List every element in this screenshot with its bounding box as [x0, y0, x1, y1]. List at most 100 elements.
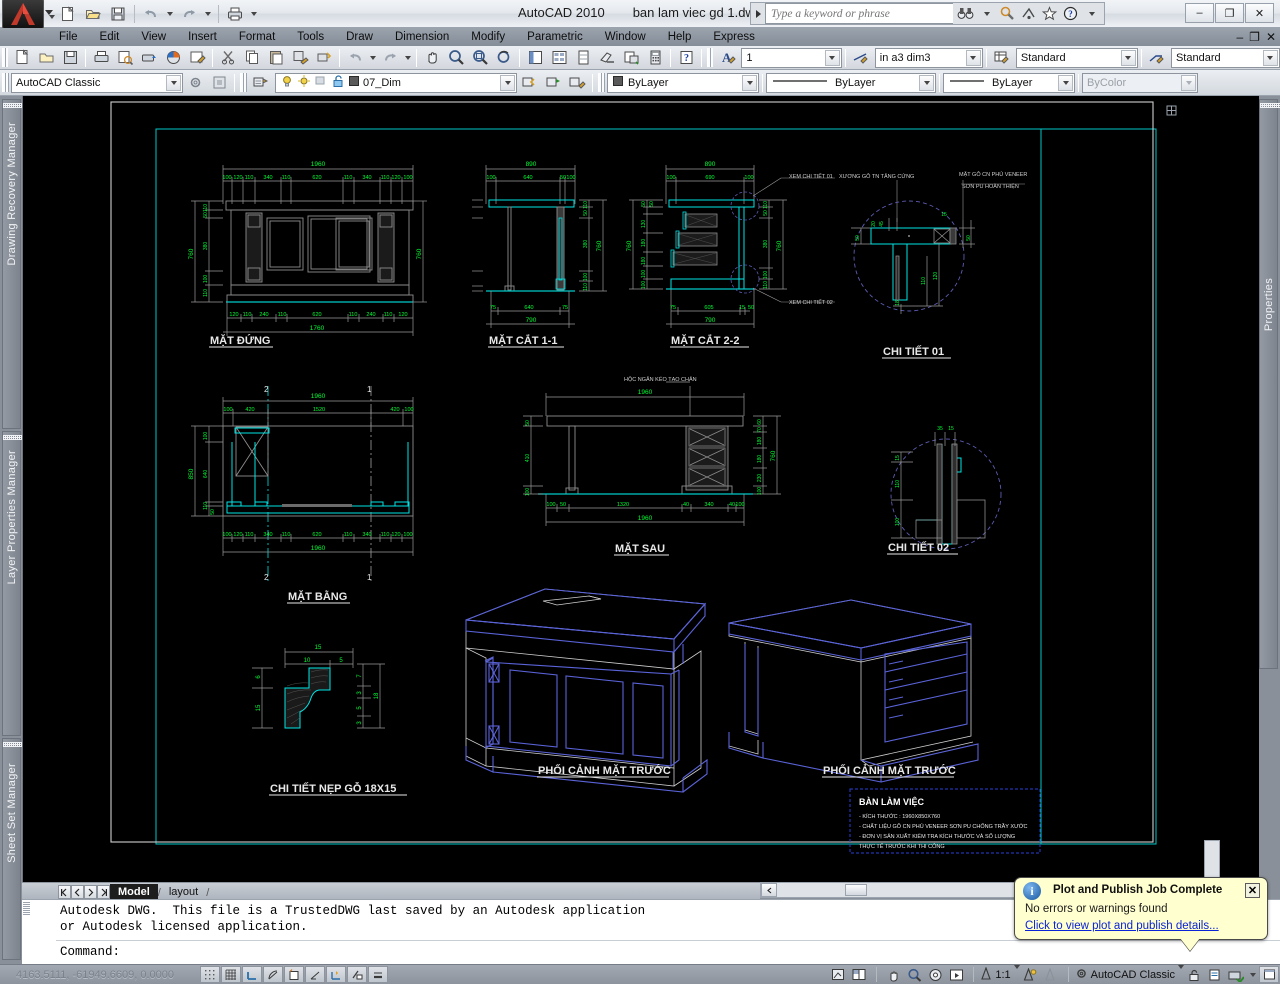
chevron-down-icon[interactable]: [742, 74, 757, 91]
help-question-icon[interactable]: ?: [1061, 4, 1080, 23]
undo-icon[interactable]: [343, 47, 367, 69]
object-snap-tracking-icon[interactable]: [305, 966, 325, 983]
menu-express[interactable]: Express: [702, 29, 766, 45]
design-feed-icon[interactable]: [185, 47, 209, 69]
layer-make-current-icon[interactable]: [541, 72, 565, 94]
menu-view[interactable]: View: [130, 29, 177, 45]
layer-match-icon[interactable]: [565, 72, 589, 94]
workspace-settings-icon[interactable]: [183, 72, 207, 94]
polar-tracking-icon[interactable]: [263, 966, 283, 983]
infocenter-expand-icon[interactable]: [751, 3, 765, 24]
layer-properties-manager-icon[interactable]: [249, 72, 273, 94]
panel-grip-icon[interactable]: [3, 742, 23, 747]
vertical-scrollbar[interactable]: [1204, 840, 1220, 882]
last-tab-icon[interactable]: [97, 885, 110, 899]
workspaces-toolbar-grip[interactable]: [2, 73, 9, 92]
copy-icon[interactable]: [240, 47, 264, 69]
menu-insert[interactable]: Insert: [177, 29, 228, 45]
close-button[interactable]: ✕: [1245, 3, 1274, 23]
search-input[interactable]: [765, 3, 953, 24]
dimension-style-icon[interactable]: [849, 47, 873, 69]
layer-unlock-icon[interactable]: [331, 74, 345, 91]
block-editor-icon[interactable]: [312, 47, 336, 69]
menu-file[interactable]: File: [48, 29, 89, 45]
layers-toolbar-grip[interactable]: [240, 73, 247, 92]
designcenter-icon[interactable]: [547, 47, 571, 69]
panel-grip-icon[interactable]: [3, 435, 23, 440]
pan-realtime-icon[interactable]: [420, 47, 444, 69]
styles-toolbar-grip[interactable]: [707, 48, 714, 67]
3dprint-icon[interactable]: [161, 47, 185, 69]
chevron-down-icon[interactable]: [824, 49, 840, 66]
dynamic-ucs-icon[interactable]: [326, 966, 346, 983]
chevron-down-icon[interactable]: [977, 4, 996, 23]
text-style-icon[interactable]: A: [715, 47, 739, 69]
prev-tab-icon[interactable]: [71, 885, 84, 899]
chevron-down-icon[interactable]: [500, 74, 515, 91]
help-icon[interactable]: ?: [674, 47, 698, 69]
sidebar-item-properties[interactable]: Properties: [1259, 99, 1280, 669]
text-style-combo[interactable]: 1: [741, 47, 842, 68]
table-style-combo[interactable]: Standard: [1015, 47, 1138, 68]
toolbar-lock-icon[interactable]: [1184, 966, 1204, 983]
coordinate-display[interactable]: 4163.5111, -61949.6609, 0.0000: [0, 969, 200, 981]
markup-set-manager-icon[interactable]: [619, 47, 643, 69]
grid-display-icon[interactable]: [221, 966, 241, 983]
new-icon[interactable]: [10, 47, 34, 69]
balloon-close-button[interactable]: ✕: [1245, 883, 1260, 898]
command-window-grip[interactable]: [23, 902, 30, 916]
chevron-down-icon[interactable]: [1058, 74, 1073, 91]
undo-dropdown-icon[interactable]: [164, 3, 176, 26]
lineweight-display-icon[interactable]: [368, 966, 388, 983]
open-icon[interactable]: [81, 3, 105, 26]
paste-icon[interactable]: [264, 47, 288, 69]
multileader-style-icon[interactable]: [1145, 47, 1169, 69]
menu-format[interactable]: Format: [228, 29, 286, 45]
status-tray-details-icon[interactable]: [1205, 966, 1225, 983]
command-prompt[interactable]: Command:: [60, 945, 120, 959]
quickcalc-icon[interactable]: [643, 47, 667, 69]
layer-previous-icon[interactable]: [517, 72, 541, 94]
balloon-details-link[interactable]: Click to view plot and publish details..…: [1025, 920, 1219, 932]
pan-icon[interactable]: [883, 966, 903, 983]
menu-help[interactable]: Help: [657, 29, 703, 45]
plot-status-icon[interactable]: [1226, 966, 1246, 983]
help-search-icon[interactable]: [998, 4, 1017, 23]
snap-mode-icon[interactable]: [200, 966, 220, 983]
chevron-down-icon[interactable]: [965, 49, 981, 66]
mdi-restore-button[interactable]: ❐: [1249, 30, 1260, 44]
match-properties-icon[interactable]: [288, 47, 312, 69]
menu-window[interactable]: Window: [594, 29, 657, 45]
workspace-lock-icon[interactable]: [207, 72, 231, 94]
workspace-switcher[interactable]: AutoCAD Classic: [1075, 964, 1184, 983]
save-icon[interactable]: [106, 3, 130, 26]
linetype-combo[interactable]: ByLayer: [766, 72, 936, 93]
plot-icon[interactable]: [89, 47, 113, 69]
panel-grip-icon[interactable]: [1260, 103, 1280, 108]
panel-grip-icon[interactable]: [3, 103, 23, 108]
plot-preview-icon[interactable]: [113, 47, 137, 69]
annotation-scale[interactable]: 1:1: [980, 964, 1020, 983]
color-combo[interactable]: ByLayer: [607, 72, 759, 93]
layer-combo[interactable]: 07_Dim: [275, 72, 517, 93]
menu-edit[interactable]: Edit: [89, 29, 131, 45]
chevron-down-icon[interactable]: [919, 74, 934, 91]
annotation-visibility-icon[interactable]: [1020, 966, 1040, 983]
sidebar-item-sheet-set-manager[interactable]: Sheet Set Manager: [2, 738, 23, 960]
save-icon[interactable]: [58, 47, 82, 69]
menu-modify[interactable]: Modify: [460, 29, 516, 45]
publish-icon[interactable]: [137, 47, 161, 69]
first-tab-icon[interactable]: [58, 885, 71, 899]
sidebar-item-layer-properties-manager[interactable]: Layer Properties Manager: [2, 431, 23, 736]
menu-tools[interactable]: Tools: [286, 29, 335, 45]
zoom-window-icon[interactable]: [468, 47, 492, 69]
scrollbar-thumb[interactable]: [845, 884, 867, 896]
redo-icon[interactable]: [378, 47, 402, 69]
annotation-auto-add-icon[interactable]: [1041, 966, 1061, 983]
chevron-down-icon[interactable]: [166, 74, 181, 91]
undo-icon[interactable]: [139, 3, 163, 26]
chevron-down-icon[interactable]: [1262, 49, 1278, 66]
drawing-canvas[interactable]: 1960 100 120 110 340 110 620 110 340 110 120 10…: [22, 96, 1259, 882]
communication-center-icon[interactable]: [1019, 4, 1038, 23]
layer-color-swatch[interactable]: [348, 75, 360, 90]
